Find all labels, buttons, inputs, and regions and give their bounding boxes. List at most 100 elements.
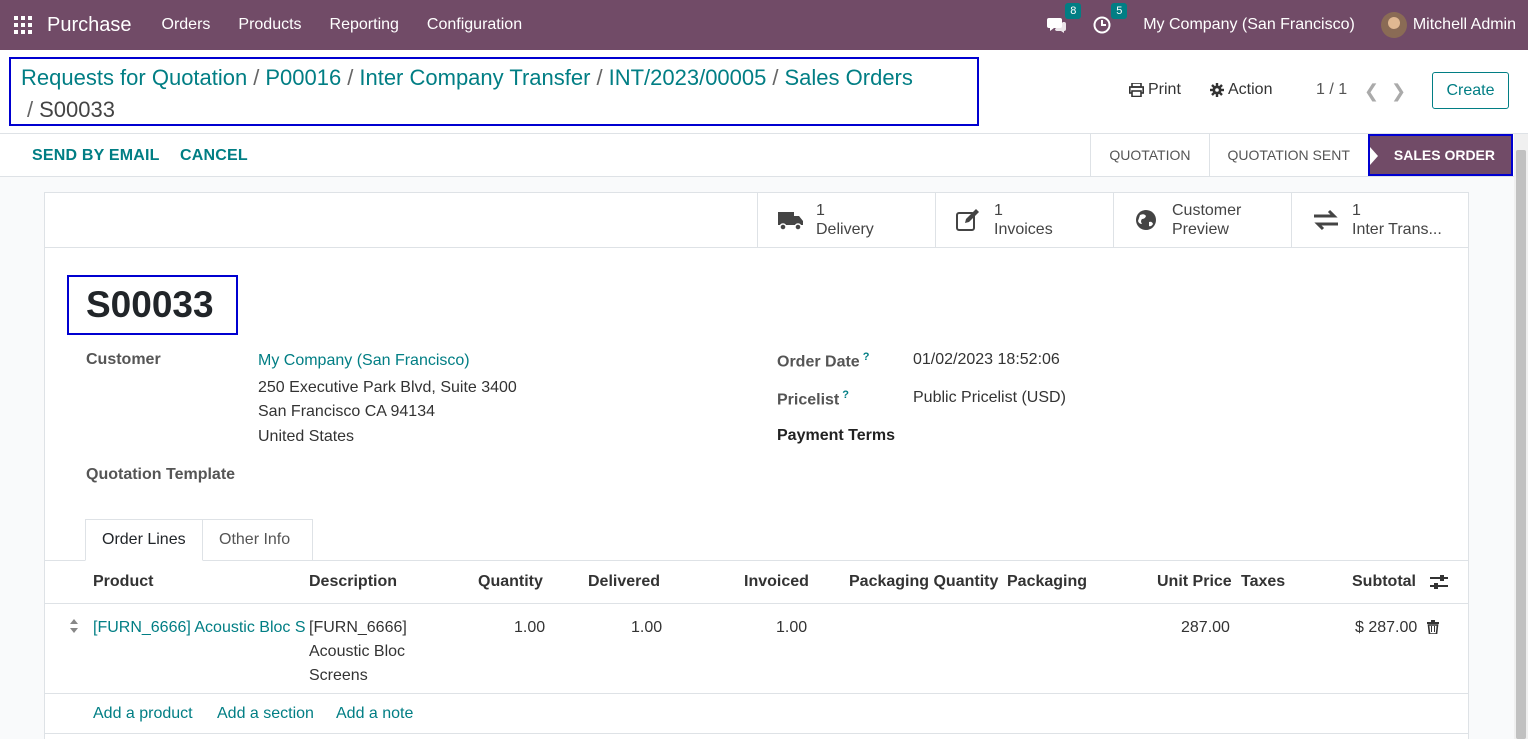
breadcrumb-item-sales-orders[interactable]: Sales Orders	[785, 65, 913, 90]
breadcrumb-item-po[interactable]: P00016	[265, 65, 341, 90]
pager-next-icon[interactable]: ❯	[1391, 81, 1406, 102]
row-delivered[interactable]: 1.00	[631, 616, 662, 640]
col-product[interactable]: Product	[93, 573, 153, 591]
print-button[interactable]: Print	[1129, 81, 1181, 99]
user-menu[interactable]: Mitchell Admin	[1380, 12, 1516, 38]
print-label: Print	[1148, 81, 1181, 98]
top-navbar: Purchase Orders Products Reporting Confi…	[0, 0, 1528, 50]
row-description-line2: Acoustic Bloc	[309, 643, 406, 660]
cancel-button[interactable]: CANCEL	[180, 147, 248, 165]
row-quantity[interactable]: 1.00	[514, 616, 545, 640]
row-description[interactable]: [FURN_6666] Acoustic Bloc Screens	[309, 616, 407, 688]
delivery-smart-button[interactable]: 1 Delivery	[757, 193, 935, 247]
messages-badge: 8	[1065, 3, 1082, 19]
action-button[interactable]: Action	[1210, 81, 1272, 99]
trash-icon[interactable]	[1427, 620, 1439, 634]
order-date-help-icon[interactable]: ?	[863, 351, 870, 363]
company-switcher[interactable]: My Company (San Francisco)	[1143, 16, 1355, 34]
inter-transfer-smart-button[interactable]: 1 Inter Trans...	[1291, 193, 1468, 247]
tab-other-info[interactable]: Other Info	[203, 519, 313, 561]
gear-icon	[1210, 83, 1224, 97]
customer-field[interactable]: My Company (San Francisco)	[258, 352, 470, 370]
activities-badge: 5	[1111, 3, 1128, 19]
stage-quotation[interactable]: QUOTATION	[1090, 134, 1208, 176]
table-row[interactable]: [FURN_6666] Acoustic Bloc S [FURN_6666] …	[45, 604, 1468, 694]
breadcrumb-separator: /	[27, 97, 34, 122]
quotation-template-label: Quotation Template	[86, 466, 236, 483]
breadcrumb-separator: /	[596, 65, 603, 90]
col-packaging-quantity[interactable]: Packaging Quantity	[849, 573, 998, 591]
invoices-label: Invoices	[994, 221, 1053, 238]
customer-preview-line1: Customer	[1172, 202, 1242, 219]
avatar	[1380, 12, 1407, 38]
chat-icon	[1047, 18, 1067, 33]
print-icon	[1129, 83, 1144, 97]
breadcrumb-separator: /	[253, 65, 260, 90]
customer-address-line2: San Francisco CA 94134	[258, 403, 435, 420]
col-taxes[interactable]: Taxes	[1241, 573, 1285, 591]
row-unit-price[interactable]: 287.00	[1181, 616, 1230, 640]
breadcrumb-separator: /	[772, 65, 779, 90]
add-product-link[interactable]: Add a product	[93, 705, 193, 723]
messages-button[interactable]: 8	[1047, 3, 1082, 34]
col-delivered[interactable]: Delivered	[588, 573, 660, 591]
drag-handle-icon[interactable]	[69, 619, 79, 633]
stage-quotation-sent[interactable]: QUOTATION SENT	[1208, 134, 1368, 176]
col-description[interactable]: Description	[309, 573, 397, 591]
breadcrumb-item-int[interactable]: INT/2023/00005	[609, 65, 767, 90]
breadcrumb-separator: /	[347, 65, 354, 90]
order-date-field[interactable]: 01/02/2023 18:52:06	[913, 351, 1060, 369]
row-product[interactable]: [FURN_6666] Acoustic Bloc S	[93, 616, 306, 640]
pricelist-label: Pricelist?	[777, 389, 849, 409]
pricelist-field[interactable]: Public Pricelist (USD)	[913, 389, 1066, 407]
user-name: Mitchell Admin	[1412, 16, 1516, 33]
col-invoiced[interactable]: Invoiced	[744, 573, 809, 591]
menu-reporting[interactable]: Reporting	[330, 16, 399, 34]
tab-order-lines[interactable]: Order Lines	[85, 519, 203, 561]
menu-orders[interactable]: Orders	[162, 16, 211, 34]
breadcrumb-current: S00033	[39, 97, 115, 122]
truck-icon	[778, 212, 803, 231]
send-by-email-button[interactable]: SEND BY EMAIL	[32, 147, 160, 165]
app-brand[interactable]: Purchase	[47, 14, 132, 37]
control-panel: Requests for Quotation / P00016/Inter Comp…	[0, 50, 1528, 134]
menu-products[interactable]: Products	[238, 16, 301, 34]
customer-preview-smart-button[interactable]: Customer Preview	[1113, 193, 1291, 247]
add-note-link[interactable]: Add a note	[336, 705, 413, 723]
payment-terms-label: Payment Terms	[777, 427, 895, 444]
col-packaging[interactable]: Packaging	[1007, 573, 1087, 591]
scrollbar-thumb[interactable]	[1516, 150, 1526, 739]
menu-configuration[interactable]: Configuration	[427, 16, 522, 34]
inter-transfer-label: Inter Trans...	[1352, 221, 1442, 238]
pager-value[interactable]: 1 / 1	[1316, 81, 1347, 99]
stage-sales-order[interactable]: SALES ORDER	[1367, 134, 1513, 176]
apps-menu-icon[interactable]	[0, 0, 46, 50]
breadcrumb-item-transfer[interactable]: Inter Company Transfer	[359, 65, 590, 90]
row-invoiced: 1.00	[776, 619, 808, 636]
customer-label: Customer	[86, 351, 161, 368]
col-unit-price[interactable]: Unit Price	[1157, 573, 1232, 591]
customer-preview-line2: Preview	[1172, 221, 1229, 238]
col-quantity[interactable]: Quantity	[478, 573, 543, 591]
invoices-count: 1	[994, 202, 1003, 219]
customer-address-line1: 250 Executive Park Blvd, Suite 3400	[258, 379, 517, 396]
activities-button[interactable]: 5	[1093, 3, 1128, 34]
exchange-icon	[1314, 209, 1338, 231]
pricelist-help-icon[interactable]: ?	[842, 389, 849, 401]
col-subtotal[interactable]: Subtotal	[1352, 573, 1416, 591]
column-settings-icon[interactable]	[1430, 575, 1448, 589]
invoices-smart-button[interactable]: 1 Invoices	[935, 193, 1113, 247]
row-subtotal: $ 287.00	[1355, 619, 1418, 636]
globe-icon	[1136, 210, 1156, 230]
status-bar: SEND BY EMAIL CANCEL QUOTATION QUOTATION…	[0, 134, 1528, 177]
pager-previous-icon[interactable]: ❮	[1364, 81, 1379, 102]
edit-icon	[956, 209, 979, 231]
order-lines-header: Product Description Quantity Delivered I…	[45, 561, 1468, 604]
clock-icon	[1093, 16, 1111, 34]
delivery-label: Delivery	[816, 221, 874, 238]
order-date-label: Order Date?	[777, 351, 870, 371]
row-description-line1: [FURN_6666]	[309, 619, 407, 636]
create-button[interactable]: Create	[1432, 72, 1509, 109]
breadcrumb-item-rfq[interactable]: Requests for Quotation	[21, 65, 247, 90]
add-section-link[interactable]: Add a section	[217, 705, 314, 723]
